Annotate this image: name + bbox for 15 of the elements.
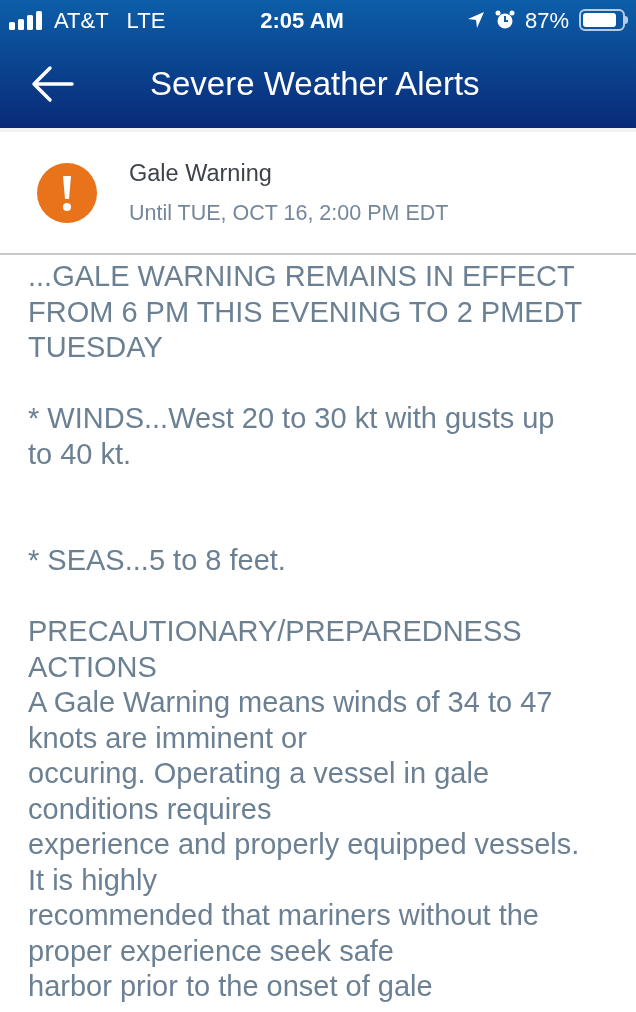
alarm-icon: [494, 10, 515, 30]
battery-percent: 87%: [524, 6, 569, 35]
clock: 2:05 AM: [260, 6, 344, 35]
battery-icon: [579, 9, 628, 31]
alert-icon: [37, 162, 97, 223]
back-arrow-icon: [30, 65, 74, 103]
location-icon: [466, 11, 485, 29]
carrier-label: AT&T: [54, 6, 109, 35]
alert-title: Gale Warning: [129, 158, 273, 188]
alert-card[interactable]: Gale Warning Until TUE, OCT 16, 2:00 PM EDT: [0, 132, 636, 255]
alert-expiry: Until TUE, OCT 16, 2:00 PM EDT: [129, 200, 449, 227]
back-button[interactable]: [30, 64, 76, 104]
network-label: LTE: [126, 6, 166, 35]
alert-description: ...GALE WARNING REMAINS IN EFFECT FROM 6 PM THIS EVENING TO 2 PMEDT TUESDAY * WINDS...West 20 to 30 kt with gusts up to 40 kt. * SEAS...5 to 8 feet. PRECAUTIONARY/PREPAREDNESS ACTIONS A Gale Warning means winds of 34 to 47 knots are imminent or occuring. Operating a vessel in gale conditions requires experience and properly equipped vessels. It is highly recommended that mariners without the proper experience seek safe harbor prior to the onset of gale: [27, 259, 584, 1004]
screen-title: Severe Weather Alerts: [150, 64, 480, 105]
